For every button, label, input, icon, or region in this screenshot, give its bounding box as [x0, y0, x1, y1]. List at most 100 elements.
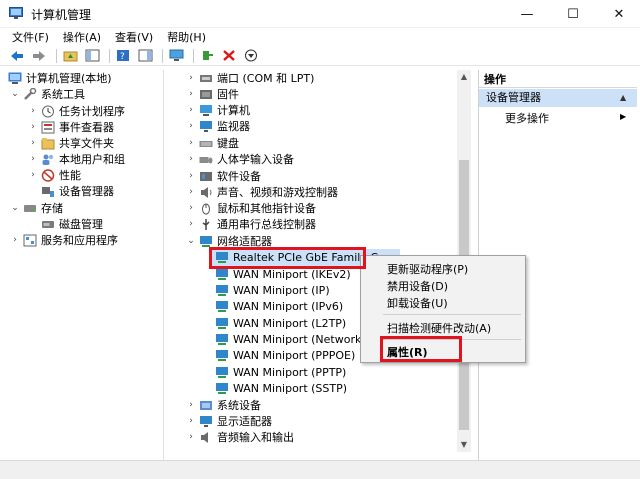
forward-arrow-icon: [33, 50, 45, 61]
expand-icon[interactable]: ›: [186, 219, 196, 229]
expand-icon[interactable]: ›: [186, 89, 196, 99]
adapter-wan-pptp[interactable]: WAN Miniport (PPTP): [212, 364, 346, 380]
software-device-icon: [200, 171, 212, 181]
expand-icon[interactable]: ›: [28, 138, 38, 148]
category-label: 监视器: [217, 120, 250, 133]
device-category-computer[interactable]: › 计算机: [186, 102, 250, 118]
tree-item-task-scheduler[interactable]: › 任务计划程序: [28, 103, 125, 119]
device-category-ports[interactable]: › 端口 (COM 和 LPT): [186, 70, 314, 86]
expand-icon[interactable]: ›: [28, 170, 38, 180]
properties-view-button[interactable]: [136, 48, 154, 64]
tree-label: 共享文件夹: [59, 137, 114, 150]
expand-icon[interactable]: ›: [28, 154, 38, 164]
menu-action[interactable]: 操作(A): [63, 29, 101, 45]
mouse-icon: [202, 203, 210, 214]
expand-icon[interactable]: ›: [186, 73, 196, 83]
up-folder-button[interactable]: [61, 48, 79, 64]
uninstall-button[interactable]: [220, 48, 238, 64]
expand-icon[interactable]: ›: [186, 416, 196, 426]
device-category-display-adapters[interactable]: › 显示适配器: [186, 413, 272, 429]
show-tree-button[interactable]: [83, 48, 101, 64]
expand-icon[interactable]: ›: [186, 138, 196, 148]
scan-hardware-button[interactable]: [167, 48, 185, 64]
close-button[interactable]: ✕: [596, 0, 640, 28]
device-category-mice[interactable]: › 鼠标和其他指针设备: [186, 200, 316, 216]
expand-icon[interactable]: ›: [186, 432, 196, 442]
tree-item-performance[interactable]: › 性能: [28, 167, 81, 183]
category-label: 通用串行总线控制器: [217, 218, 316, 231]
network-adapter-icon: [200, 235, 212, 247]
expand-icon[interactable]: ›: [186, 121, 196, 131]
expand-icon[interactable]: ›: [186, 171, 196, 181]
expand-icon[interactable]: ›: [28, 122, 38, 132]
collapse-icon[interactable]: ⌄: [186, 236, 196, 246]
collapse-icon[interactable]: ⌄: [10, 89, 20, 99]
device-category-monitors[interactable]: › 监视器: [186, 118, 250, 134]
menu-item-uninstall-device[interactable]: 卸载设备(U): [387, 295, 448, 311]
scroll-up-icon[interactable]: ▲: [459, 72, 469, 82]
adapter-label: WAN Miniport (IP): [233, 283, 330, 297]
menu-separator: [383, 314, 521, 315]
scroll-down-icon[interactable]: ▼: [459, 440, 469, 450]
network-adapter-icon: [216, 366, 228, 378]
device-category-audio[interactable]: › 声音、视频和游戏控制器: [186, 184, 338, 200]
expand-icon[interactable]: ›: [186, 187, 196, 197]
category-label: 固件: [217, 88, 239, 101]
actions-section-device-manager[interactable]: 设备管理器: [479, 89, 637, 107]
expand-icon[interactable]: ›: [10, 235, 20, 245]
expand-icon[interactable]: ›: [28, 106, 38, 116]
adapter-wan-ip[interactable]: WAN Miniport (IP): [212, 282, 330, 298]
help-button[interactable]: ?: [114, 48, 132, 64]
adapter-wan-sstp[interactable]: WAN Miniport (SSTP): [212, 380, 347, 396]
more-actions-link[interactable]: 更多操作: [505, 110, 549, 126]
menu-item-scan-hardware[interactable]: 扫描检测硬件改动(A): [387, 320, 491, 336]
device-category-firmware[interactable]: › 固件: [186, 86, 239, 102]
device-category-usb[interactable]: › 通用串行总线控制器: [186, 216, 316, 232]
category-label: 系统设备: [217, 399, 261, 412]
down-arrow-circle-icon: [245, 49, 257, 62]
tree-item-disk-management[interactable]: 磁盘管理: [38, 216, 103, 232]
tree-item-device-manager[interactable]: 设备管理器: [38, 183, 114, 199]
window-title: 计算机管理: [31, 8, 92, 22]
action-pane-icon: [138, 49, 152, 62]
expand-icon[interactable]: ›: [186, 203, 196, 213]
back-button[interactable]: [8, 48, 26, 64]
adapter-wan-l2tp[interactable]: WAN Miniport (L2TP): [212, 315, 346, 331]
collapse-up-icon[interactable]: ▲: [620, 93, 626, 102]
tree-item-storage[interactable]: ⌄ 存储: [10, 200, 63, 216]
device-category-software-devices[interactable]: › 软件设备: [186, 168, 261, 184]
tree-label: 磁盘管理: [59, 218, 103, 231]
menu-item-update-driver[interactable]: 更新驱动程序(P): [387, 261, 468, 277]
device-category-keyboards[interactable]: › 键盘: [186, 135, 239, 151]
tree-label: 事件查看器: [59, 121, 114, 134]
device-category-system-devices[interactable]: › 系统设备: [186, 397, 261, 413]
adapter-wan-ipv6[interactable]: WAN Miniport (IPv6): [212, 298, 343, 314]
expand-icon[interactable]: ›: [186, 105, 196, 115]
disk-icon: [42, 220, 54, 228]
tree-item-root[interactable]: 计算机管理(本地): [8, 70, 112, 86]
update-driver-button[interactable]: [198, 48, 216, 64]
menu-item-disable-device[interactable]: 禁用设备(D): [387, 278, 448, 294]
device-category-hid[interactable]: › 人体学输入设备: [186, 151, 294, 167]
computer-icon: [200, 104, 212, 116]
menu-file[interactable]: 文件(F): [12, 29, 49, 45]
users-icon: [42, 154, 54, 165]
device-manager-icon: [42, 186, 54, 197]
maximize-button[interactable]: ☐: [550, 0, 596, 28]
minimize-button[interactable]: —: [504, 0, 550, 28]
expand-icon[interactable]: ›: [186, 400, 196, 410]
menu-help[interactable]: 帮助(H): [167, 29, 206, 45]
forward-button[interactable]: [30, 48, 48, 64]
device-category-audio-io[interactable]: › 音频输入和输出: [186, 429, 294, 445]
tree-item-system-tools[interactable]: ⌄ 系统工具: [10, 86, 85, 102]
tree-item-local-users[interactable]: › 本地用户和组: [28, 151, 125, 167]
tree-item-services[interactable]: › 服务和应用程序: [10, 232, 118, 248]
expand-icon[interactable]: ›: [186, 154, 196, 164]
adapter-wan-network-monitor[interactable]: WAN Miniport (Network M: [212, 331, 374, 347]
menu-view[interactable]: 查看(V): [115, 29, 153, 45]
tree-item-shared-folders[interactable]: › 共享文件夹: [28, 135, 114, 151]
tree-item-event-viewer[interactable]: › 事件查看器: [28, 119, 114, 135]
collapse-icon[interactable]: ⌄: [10, 203, 20, 213]
adapter-wan-pppoe[interactable]: WAN Miniport (PPPOE): [212, 347, 355, 363]
disable-button[interactable]: [242, 48, 260, 64]
